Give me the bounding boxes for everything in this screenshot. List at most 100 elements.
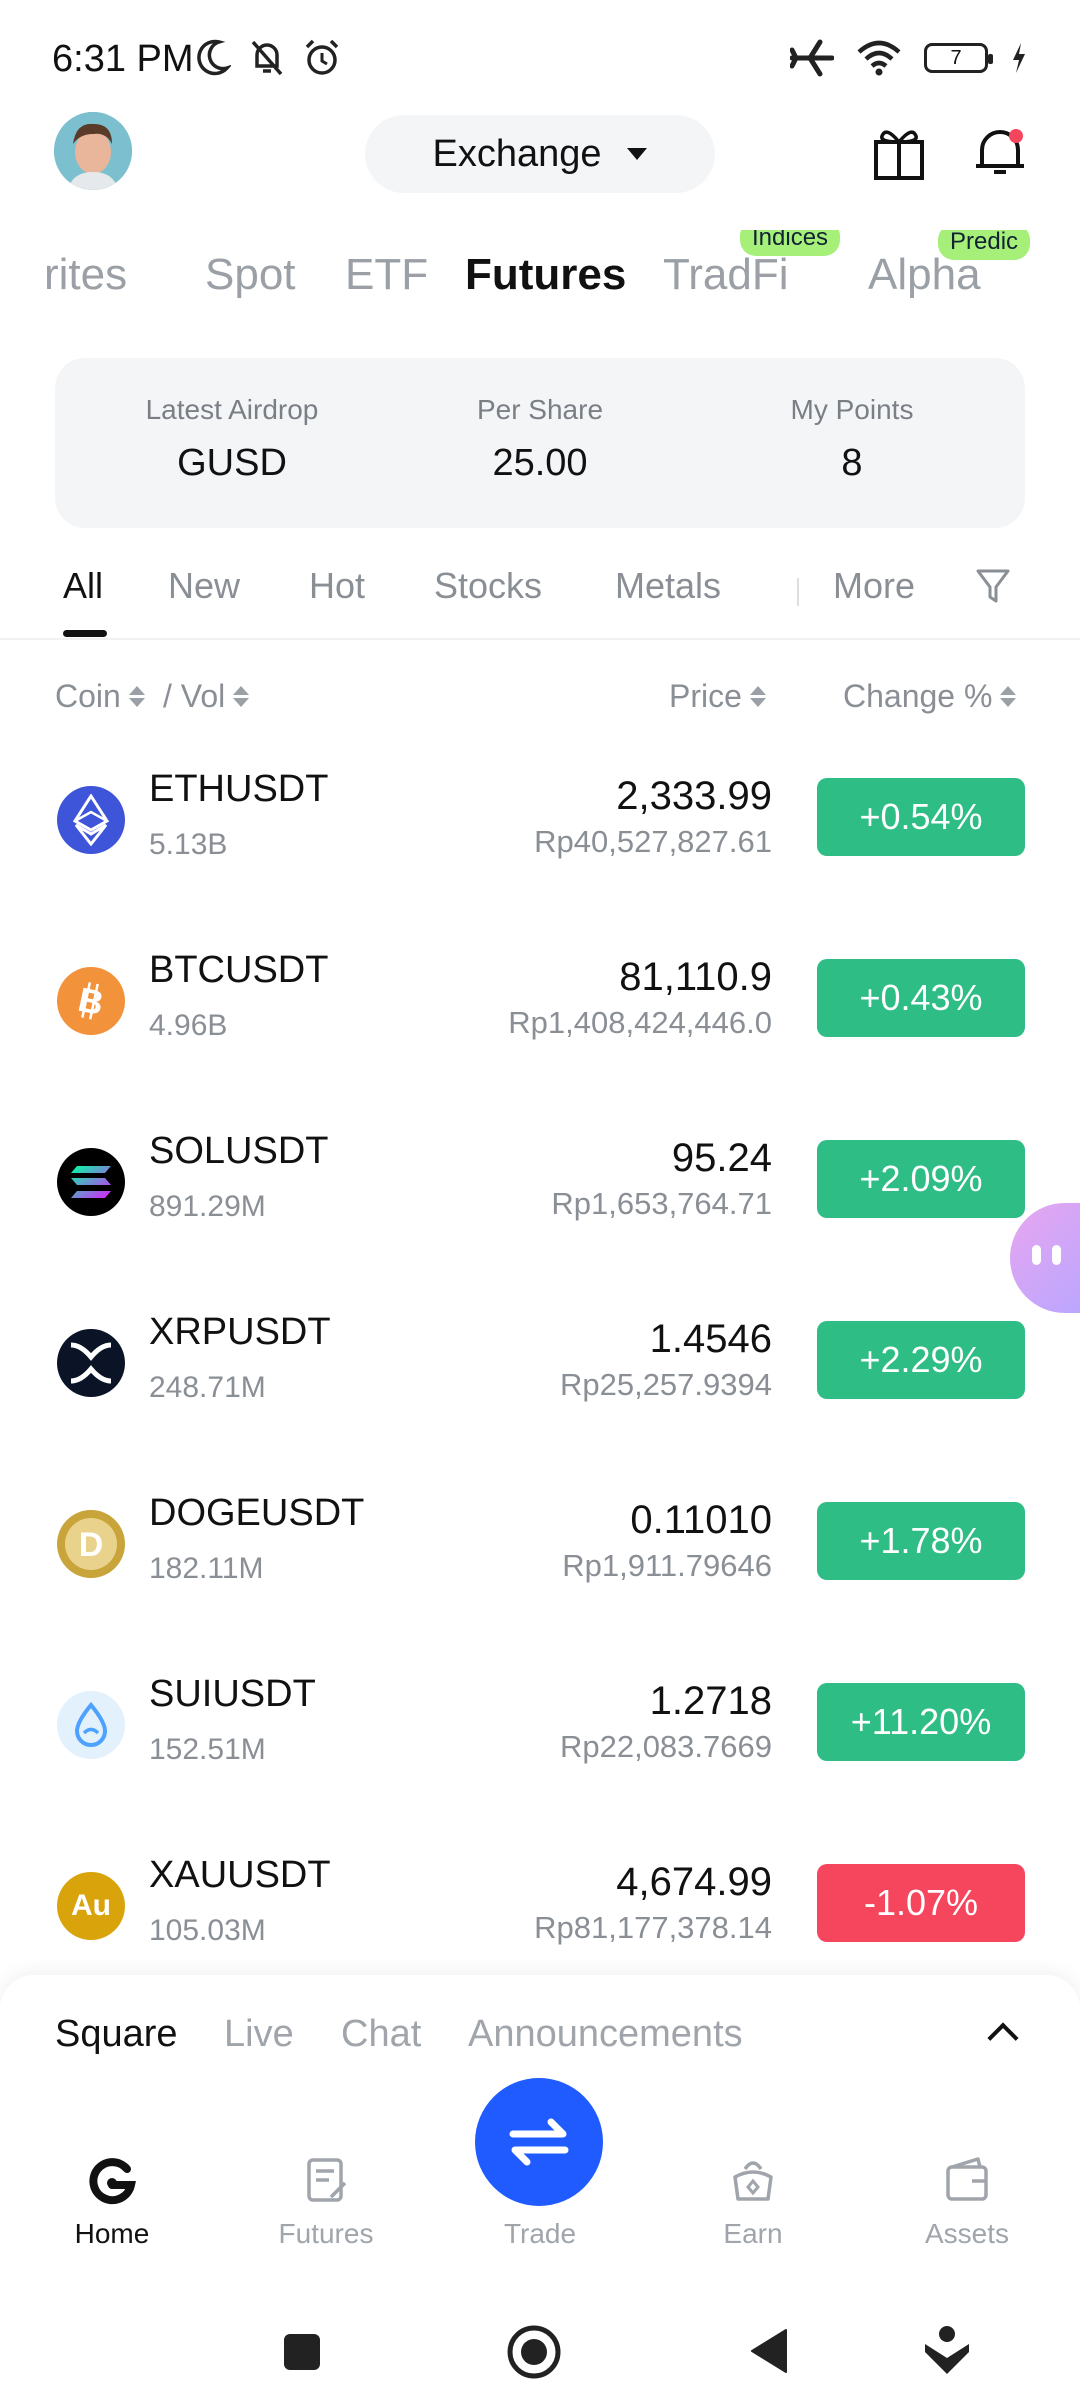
fiat-price: Rp1,408,424,446.0 [508, 1005, 772, 1040]
trade-button[interactable] [475, 2078, 603, 2206]
latest-airdrop: Latest Airdrop GUSD [102, 394, 362, 485]
market-row-xrpusdt[interactable]: XRPUSDT 248.71M 1.4546 Rp25,257.9394 +2.… [0, 1293, 1080, 1474]
airdrop-card[interactable]: Latest Airdrop GUSD Per Share 25.00 My P… [55, 358, 1025, 528]
sort-icon [749, 686, 766, 707]
fiat-price: Rp1,653,764.71 [551, 1186, 772, 1221]
fiat-price: Rp25,257.9394 [559, 1367, 772, 1402]
tab-etf[interactable]: ETF [345, 250, 428, 300]
top-tabs: rites Spot ETF Futures TradFi Indices Al… [0, 230, 1080, 320]
sort-icon [233, 686, 250, 707]
coin-header-label: Coin [55, 678, 121, 714]
system-nav-bar [0, 2300, 1080, 2400]
last-price: 1.4546 [649, 1317, 772, 1361]
assistant-down-icon[interactable] [923, 2324, 971, 2376]
nav-futures[interactable]: Futures [256, 2155, 396, 2250]
chevron-up-icon[interactable] [987, 2022, 1019, 2054]
feed-tab-live[interactable]: Live [224, 2013, 294, 2056]
price-sort-header[interactable]: Price [669, 678, 766, 715]
coin-volume: 5.13B [149, 828, 228, 861]
home-circle-icon[interactable] [506, 2324, 562, 2380]
home-icon [89, 2158, 136, 2205]
coin-symbol: SOLUSDT [149, 1130, 329, 1172]
market-row-solusdt[interactable]: SOLUSDT 891.29M 95.24 Rp1,653,764.71 +2.… [0, 1112, 1080, 1293]
per-share-label: Per Share [476, 394, 604, 425]
battery-icon: 7 [924, 43, 993, 73]
nav-assets-label: Assets [924, 2218, 1010, 2249]
coin-volume: 105.03M [149, 1914, 266, 1947]
back-icon[interactable] [748, 2328, 790, 2374]
price-header-label: Price [669, 678, 742, 714]
change-badge[interactable]: +0.54% [817, 778, 1025, 856]
coin-volume: 4.96B [149, 1009, 228, 1042]
eth-icon [57, 786, 125, 854]
filter-funnel-icon[interactable] [975, 567, 1011, 607]
vol-sort-header[interactable]: / Vol [163, 678, 250, 715]
sui-icon [57, 1691, 125, 1759]
fiat-price: Rp1,911.79646 [562, 1548, 772, 1583]
filter-divider [797, 578, 799, 606]
change-badge[interactable]: -1.07% [817, 1864, 1025, 1942]
coin-sort-header[interactable]: Coin [55, 678, 145, 715]
exchange-selector[interactable]: Exchange [365, 115, 715, 193]
recent-apps-icon[interactable] [282, 2332, 322, 2372]
gold-icon: Au [57, 1872, 125, 1940]
coin-volume: 248.71M [149, 1371, 266, 1404]
feed-tab-announcements[interactable]: Announcements [468, 2013, 743, 2056]
filter-more[interactable]: More [833, 565, 915, 607]
market-row-btcusdt[interactable]: B BTCUSDT 4.96B 81,110.9 Rp1,408,424,446… [0, 931, 1080, 1112]
fiat-price: Rp40,527,827.61 [534, 824, 772, 859]
coin-symbol: XAUUSDT [149, 1854, 331, 1896]
futures-icon [307, 2158, 347, 2202]
last-price: 95.24 [671, 1136, 772, 1180]
tab-spot[interactable]: Spot [205, 250, 296, 300]
caret-down-icon [626, 148, 647, 160]
change-badge[interactable]: +0.43% [817, 959, 1025, 1037]
filter-new[interactable]: New [168, 565, 240, 607]
last-price: 1.2718 [649, 1679, 772, 1723]
filter-stocks[interactable]: Stocks [434, 565, 542, 607]
charging-icon [1013, 43, 1025, 73]
notification-bell-icon[interactable] [972, 122, 1028, 182]
coin-volume: 152.51M [149, 1733, 266, 1766]
coin-volume: 891.29M [149, 1190, 266, 1223]
nav-trade-label: Trade [503, 2218, 577, 2249]
last-price: 0.11010 [630, 1498, 772, 1542]
tab-favorites[interactable]: rites [44, 250, 127, 300]
airplane-icon [790, 39, 834, 77]
change-sort-header[interactable]: Change % [843, 678, 1017, 715]
filter-active-indicator [63, 630, 107, 637]
feed-tab-chat[interactable]: Chat [341, 2013, 421, 2056]
moon-icon [197, 39, 231, 76]
fiat-price: Rp22,083.7669 [559, 1729, 772, 1764]
filter-tabs: All New Hot Stocks Metals More [0, 545, 1080, 640]
coin-symbol: XRPUSDT [149, 1311, 331, 1353]
nav-earn[interactable]: Earn [683, 2155, 823, 2250]
doge-icon: D [57, 1510, 125, 1578]
change-badge[interactable]: +1.78% [817, 1502, 1025, 1580]
feed-tab-square[interactable]: Square [55, 2013, 178, 2056]
change-badge[interactable]: +2.09% [817, 1140, 1025, 1218]
my-points-label: My Points [790, 394, 914, 425]
filter-hot[interactable]: Hot [309, 565, 365, 607]
avatar[interactable] [54, 112, 132, 190]
exchange-label: Exchange [432, 132, 602, 175]
status-bar: 6:31 PM 7 [0, 0, 1080, 120]
alarm-icon [305, 39, 339, 75]
tab-tradfi[interactable]: TradFi [663, 250, 789, 300]
market-row-dogeusdt[interactable]: D DOGEUSDT 182.11M 0.11010 Rp1,911.79646… [0, 1474, 1080, 1655]
tab-futures[interactable]: Futures [465, 250, 626, 300]
filter-metals[interactable]: Metals [615, 565, 721, 607]
nav-futures-label: Futures [278, 2218, 374, 2249]
coin-symbol: ETHUSDT [149, 768, 329, 810]
sort-icon [128, 686, 145, 707]
change-badge[interactable]: +2.29% [817, 1321, 1025, 1399]
battery-level: 7 [950, 46, 962, 69]
nav-assets[interactable]: Assets [897, 2155, 1037, 2250]
gift-icon[interactable] [872, 122, 926, 182]
market-row-suiusdt[interactable]: SUIUSDT 152.51M 1.2718 Rp22,083.7669 +11… [0, 1655, 1080, 1836]
change-badge[interactable]: +11.20% [817, 1683, 1025, 1761]
filter-all[interactable]: All [63, 565, 103, 607]
market-row-ethusdt[interactable]: ETHUSDT 5.13B 2,333.99 Rp40,527,827.61 +… [0, 750, 1080, 931]
svg-text:D: D [79, 1526, 104, 1564]
nav-home[interactable]: Home [42, 2155, 182, 2250]
